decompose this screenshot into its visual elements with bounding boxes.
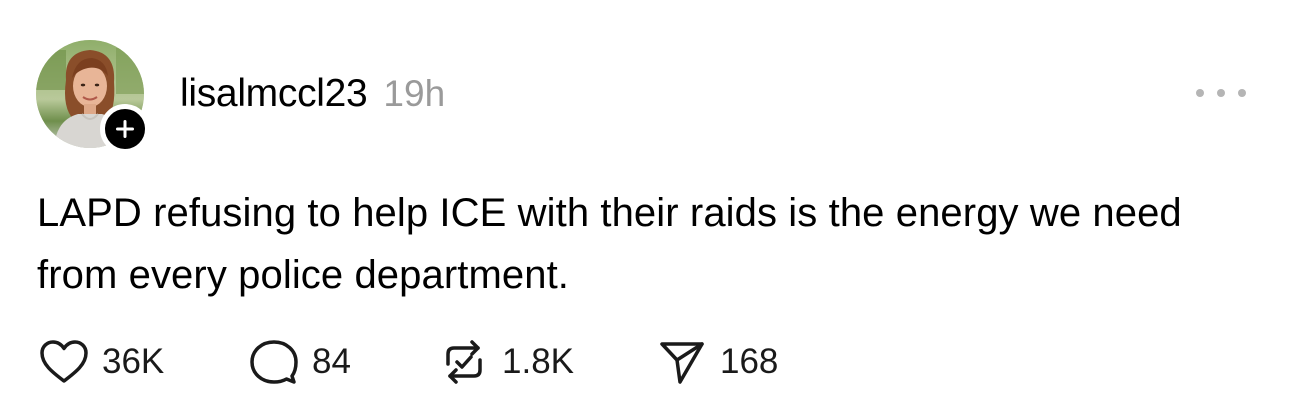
comment-bubble-icon xyxy=(250,340,298,384)
follow-button[interactable] xyxy=(100,104,150,154)
more-horizontal-icon xyxy=(1196,89,1204,97)
heart-icon xyxy=(40,340,88,383)
post-text: LAPD refusing to help ICE with their rai… xyxy=(37,191,1182,297)
repost-button[interactable]: 1.8K xyxy=(438,338,656,386)
more-options-button[interactable] xyxy=(1196,78,1246,108)
like-button[interactable]: 36K xyxy=(38,338,248,386)
reply-count: 84 xyxy=(312,342,351,381)
repost-icon xyxy=(446,340,482,384)
share-button[interactable]: 168 xyxy=(656,338,778,386)
post-actions: 36K 84 1.8K 168 xyxy=(38,338,778,386)
like-count: 36K xyxy=(102,342,165,381)
share-count: 168 xyxy=(720,342,779,381)
repost-count: 1.8K xyxy=(502,342,574,381)
reply-button[interactable]: 84 xyxy=(248,338,438,386)
post-header: lisalmccl23 19h xyxy=(180,72,445,122)
threads-post: lisalmccl23 19h LAPD refusing to help IC… xyxy=(0,0,1290,411)
more-dot xyxy=(1238,89,1246,97)
send-icon xyxy=(660,342,704,384)
plus-icon xyxy=(116,120,134,138)
author-avatar-group xyxy=(36,40,150,154)
more-dot xyxy=(1217,89,1225,97)
author-username[interactable]: lisalmccl23 xyxy=(180,72,368,116)
post-timestamp: 19h xyxy=(383,73,446,114)
